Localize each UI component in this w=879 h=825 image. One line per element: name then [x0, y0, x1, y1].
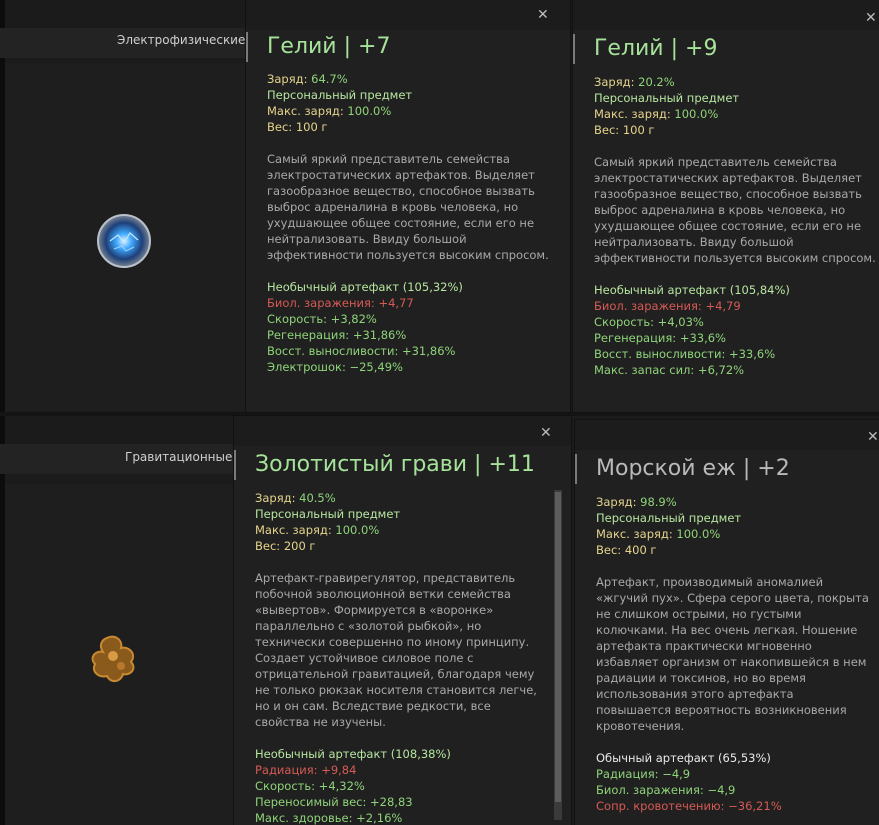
- stat-line: Биол. заражения: +4,79: [594, 299, 741, 313]
- title-divider: [234, 450, 236, 480]
- tooltip-header: [573, 0, 879, 30]
- item-title: Гелий | +9: [594, 36, 718, 61]
- stat-line: Скорость: +3,82%: [267, 312, 377, 326]
- max-charge-label: Макс. заряд:: [255, 523, 332, 537]
- tooltip-body: Заряд: 40.5% Персональный предмет Макс. …: [255, 490, 540, 825]
- stat-line: Регенерация: +31,86%: [267, 328, 407, 342]
- tooltip-header: [246, 0, 570, 30]
- close-icon[interactable]: ✕: [537, 8, 549, 22]
- max-charge-value: 100.0%: [674, 107, 719, 121]
- weight-label: Вес:: [255, 539, 281, 553]
- category-label-gravity: Гравитационные: [125, 450, 233, 464]
- tooltip-body: Заряд: 64.7% Персональный предмет Макс. …: [267, 71, 557, 375]
- helium-artifact-icon[interactable]: [96, 213, 152, 269]
- personal-item-label: Персональный предмет: [267, 88, 413, 102]
- weight-value: 100 г: [622, 123, 655, 137]
- max-charge-value: 100.0%: [335, 523, 380, 537]
- weight-value: 100 г: [295, 120, 328, 134]
- stat-line: Скорость: +4,03%: [594, 315, 704, 329]
- charge-value: 40.5%: [299, 491, 336, 505]
- charge-label: Заряд:: [255, 491, 296, 505]
- weight-value: 200 г: [283, 539, 316, 553]
- item-tooltip-helium-9: ✕ Гелий | +9 Заряд: 20.2% Персональный п…: [573, 0, 879, 412]
- item-title: Морской еж | +2: [596, 456, 790, 481]
- stat-line: Регенерация: +33,6%: [594, 331, 726, 345]
- item-description: Артефакт, производимый аномалией «жгучий…: [596, 575, 869, 733]
- weight-label: Вес:: [596, 543, 622, 557]
- stat-line: Макс. запас сил: +6,72%: [594, 363, 745, 377]
- weight-label: Вес:: [267, 120, 293, 134]
- stat-line: Макс. здоровье: +2,16%: [255, 811, 403, 825]
- artifact-preview-panel: [5, 484, 234, 825]
- charge-label: Заряд:: [267, 72, 308, 86]
- stat-line: Радиация: −4,9: [596, 767, 691, 781]
- title-divider: [246, 32, 248, 62]
- title-divider: [575, 454, 577, 484]
- stat-line: Переносимый вес: +28,83: [255, 795, 413, 809]
- tooltip-header: [234, 416, 571, 446]
- gravi-artifact-icon[interactable]: [85, 630, 145, 690]
- close-icon[interactable]: ✕: [865, 11, 877, 25]
- max-charge-label: Макс. заряд:: [596, 527, 673, 541]
- tooltip-header: [575, 420, 879, 450]
- personal-item-label: Персональный предмет: [594, 91, 740, 105]
- stat-line: Восст. выносливости: +33,6%: [594, 347, 776, 361]
- tooltip-body: Заряд: 20.2% Персональный предмет Макс. …: [594, 74, 876, 378]
- rarity-label: Необычный артефакт (105,84%): [594, 283, 790, 297]
- item-tooltip-golden-gravi: ✕ Золотистый грави | +11 Заряд: 40.5% Пе…: [234, 416, 571, 825]
- rarity-label: Необычный артефакт (105,32%): [267, 280, 463, 294]
- item-title: Золотистый грави | +11: [255, 452, 535, 477]
- charge-value: 98.9%: [640, 495, 677, 509]
- stat-line: Радиация: +9,84: [255, 763, 357, 777]
- weight-label: Вес:: [594, 123, 620, 137]
- personal-item-label: Персональный предмет: [255, 507, 401, 521]
- stat-line: Биол. заражения: −4,9: [596, 783, 736, 797]
- stat-line: Скорость: +4,32%: [255, 779, 365, 793]
- charge-value: 64.7%: [311, 72, 348, 86]
- stat-line: Восст. выносливости: +31,86%: [267, 344, 456, 358]
- tooltip-scrollbar[interactable]: [554, 490, 562, 820]
- stat-line: Биол. заражения: +4,77: [267, 296, 414, 310]
- rarity-label: Обычный артефакт (65,53%): [596, 751, 771, 765]
- close-icon[interactable]: ✕: [540, 426, 552, 440]
- rarity-label: Необычный артефакт (108,38%): [255, 747, 451, 761]
- item-description: Самый яркий представитель семейства элек…: [594, 155, 876, 265]
- max-charge-value: 100.0%: [676, 527, 721, 541]
- artifact-preview-panel: [5, 63, 246, 411]
- charge-label: Заряд:: [596, 495, 637, 509]
- charge-label: Заряд:: [594, 75, 635, 89]
- close-icon[interactable]: ✕: [867, 430, 879, 444]
- max-charge-label: Макс. заряд:: [267, 104, 344, 118]
- category-label-electro: Электрофизические: [117, 33, 246, 47]
- charge-value: 20.2%: [638, 75, 675, 89]
- tooltip-body: Заряд: 98.9% Персональный предмет Макс. …: [596, 494, 871, 814]
- max-charge-label: Макс. заряд:: [594, 107, 671, 121]
- weight-value: 400 г: [624, 543, 657, 557]
- stat-line: Электрошок: −25,49%: [267, 360, 403, 374]
- item-description: Артефакт-гравирегулятор, представитель п…: [255, 571, 537, 729]
- item-description: Самый яркий представитель семейства элек…: [267, 152, 549, 262]
- scrollbar-thumb[interactable]: [555, 492, 561, 802]
- max-charge-value: 100.0%: [347, 104, 392, 118]
- item-title: Гелий | +7: [267, 34, 391, 59]
- stat-line: Сопр. кровотечению: −36,21%: [596, 799, 782, 813]
- personal-item-label: Персональный предмет: [596, 511, 742, 525]
- title-divider: [573, 34, 575, 64]
- item-tooltip-helium-7: ✕ Гелий | +7 Заряд: 64.7% Персональный п…: [246, 0, 570, 412]
- item-tooltip-sea-urchin: ✕ Морской еж | +2 Заряд: 98.9% Персональ…: [575, 420, 879, 825]
